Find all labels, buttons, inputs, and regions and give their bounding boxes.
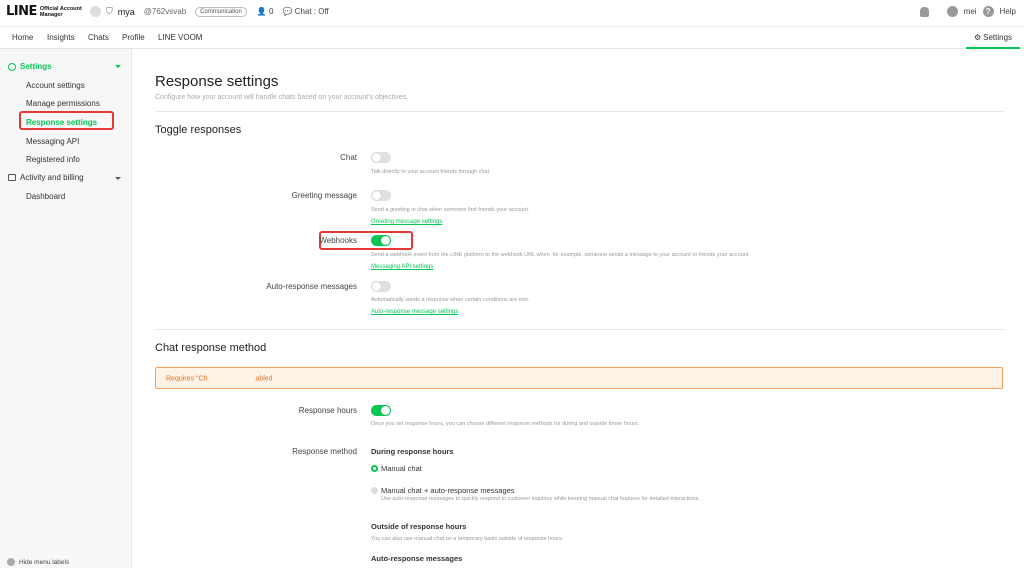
sidebar: Settings Account settings Manage permiss… <box>0 49 132 568</box>
friends-count: 👤 0 <box>256 7 274 16</box>
chevron-down-icon[interactable] <box>115 177 121 180</box>
account-id: @762vsvab <box>143 7 187 16</box>
messaging-api-settings-link[interactable]: Messaging API settings <box>371 264 433 270</box>
line-logo[interactable]: LINE Official Account Manager <box>6 4 82 19</box>
main-nav: Home Insights Chats Profile LINE VOOM ⚙ … <box>0 27 1024 49</box>
plan-badge: Communication <box>195 6 247 17</box>
sidebar-group-billing-label: Activity and billing <box>20 173 84 182</box>
chat-help: Talk directly to your account friends th… <box>371 169 491 175</box>
user-name[interactable]: mei <box>964 7 977 16</box>
radio-manual-auto-help: Use auto-response messages to quickly re… <box>381 496 700 502</box>
tab-chats[interactable]: Chats <box>88 33 109 42</box>
gear-icon: ⚙ <box>973 32 982 42</box>
sidebar-group-settings-label: Settings <box>20 62 52 71</box>
friends-value: 0 <box>269 7 274 16</box>
hide-menu-labels-text: Hide menu labels <box>19 558 70 566</box>
radio-manual-chat-label[interactable]: Manual chat <box>381 464 422 473</box>
chat-status-text: Chat : Off <box>294 7 329 16</box>
hide-menu-labels-button[interactable]: Hide menu labels <box>7 558 69 566</box>
warning-text-start: Requires "Ch <box>166 375 208 383</box>
toggle-knob <box>381 406 390 415</box>
radio-manual-auto[interactable] <box>371 487 378 494</box>
account-switcher[interactable]: ⛉ mya @762vsvab Communication 👤 0 💬 Chat… <box>90 6 329 17</box>
page-title: Response settings <box>155 73 279 90</box>
chat-status[interactable]: 💬 Chat : Off <box>282 7 328 16</box>
collapse-icon <box>7 558 15 566</box>
webhooks-help: Send a webhook event from the LINE platf… <box>371 252 750 258</box>
chat-toggle[interactable] <box>371 152 391 163</box>
sidebar-item-messaging-api[interactable]: Messaging API <box>26 137 79 146</box>
response-hours-label: Response hours <box>298 406 357 415</box>
account-name: mya <box>117 6 135 17</box>
tab-profile[interactable]: Profile <box>122 33 145 42</box>
page-description: Configure how your account will handle c… <box>155 94 409 101</box>
settings-gear-icon <box>8 62 16 71</box>
response-hours-help: Once you set response hours, you can cho… <box>371 421 640 427</box>
during-hours-heading: During response hours <box>371 447 454 456</box>
response-method-label: Response method <box>292 447 357 456</box>
warning-text-end: abled <box>255 375 273 383</box>
toggle-knob <box>372 153 381 162</box>
greeting-message-settings-link[interactable]: Greeting message settings <box>371 219 442 225</box>
webhooks-toggle[interactable] <box>371 235 391 246</box>
response-hours-toggle[interactable] <box>371 405 391 416</box>
highlight-box-response-settings <box>19 111 114 130</box>
tab-settings[interactable]: ⚙ Settings <box>966 27 1020 49</box>
toggle-knob <box>372 282 381 291</box>
radio-manual-chat[interactable] <box>371 465 378 472</box>
auto-response-messages-label: Auto-response messages <box>266 282 357 291</box>
radio-manual-auto-label[interactable]: Manual chat + auto-response messages <box>381 486 515 495</box>
logo-sub-2: Manager <box>39 11 63 18</box>
toggle-knob <box>381 236 390 245</box>
tab-home[interactable]: Home <box>12 33 33 42</box>
top-bar: LINE Official Account Manager ⛉ mya @762… <box>0 0 1024 27</box>
tab-insights[interactable]: Insights <box>47 33 75 42</box>
billing-card-icon <box>8 174 16 181</box>
chevron-down-icon[interactable] <box>115 65 121 68</box>
shield-icon: ⛉ <box>106 6 113 16</box>
auto-response-message-settings-link[interactable]: Auto-response message settings <box>371 309 458 315</box>
user-avatar-icon[interactable] <box>946 6 958 17</box>
section-title-toggle-responses: Toggle responses <box>155 124 242 136</box>
sidebar-group-settings[interactable]: Settings <box>8 62 52 71</box>
bell-icon[interactable] <box>919 6 929 17</box>
sidebar-item-registered-info[interactable]: Registered info <box>26 155 80 164</box>
tab-line-voom[interactable]: LINE VOOM <box>158 33 202 42</box>
section-title-chat-response-method: Chat response method <box>155 342 267 354</box>
auto-response-messages-help: Automatically sends a response when cert… <box>371 297 530 303</box>
redaction-mask <box>207 374 256 383</box>
help-icon[interactable]: ? <box>982 6 994 17</box>
sidebar-group-activity-billing[interactable]: Activity and billing <box>8 173 84 182</box>
outside-hours-heading: Outside of response hours <box>371 522 467 531</box>
sidebar-item-account-settings[interactable]: Account settings <box>26 81 85 90</box>
divider <box>155 329 1005 330</box>
outside-hours-help: You can also use manual chat on a tempor… <box>371 536 564 542</box>
greeting-message-toggle[interactable] <box>371 190 391 201</box>
logo-subtitle: Official Account Manager <box>40 6 82 18</box>
divider <box>155 111 1005 112</box>
tab-settings-label: Settings <box>983 32 1013 42</box>
chat-label: Chat <box>340 153 357 162</box>
auto-response-messages-heading: Auto-response messages <box>371 554 463 563</box>
logo-text: LINE <box>6 4 37 19</box>
auto-response-messages-toggle[interactable] <box>371 281 391 292</box>
account-avatar <box>90 6 101 17</box>
webhooks-label: Webhooks <box>319 236 357 245</box>
greeting-message-label: Greeting message <box>291 191 357 200</box>
sidebar-item-dashboard[interactable]: Dashboard <box>26 192 65 201</box>
top-right-controls: mei ? Help <box>919 6 1016 17</box>
warning-banner: Requires "Ch abled <box>155 367 1003 389</box>
sidebar-item-manage-permissions[interactable]: Manage permissions <box>26 99 100 108</box>
toggle-knob <box>372 191 381 200</box>
greeting-message-help: Send a greeting in chat when someone fir… <box>371 207 530 213</box>
help-link[interactable]: Help <box>1000 7 1016 16</box>
